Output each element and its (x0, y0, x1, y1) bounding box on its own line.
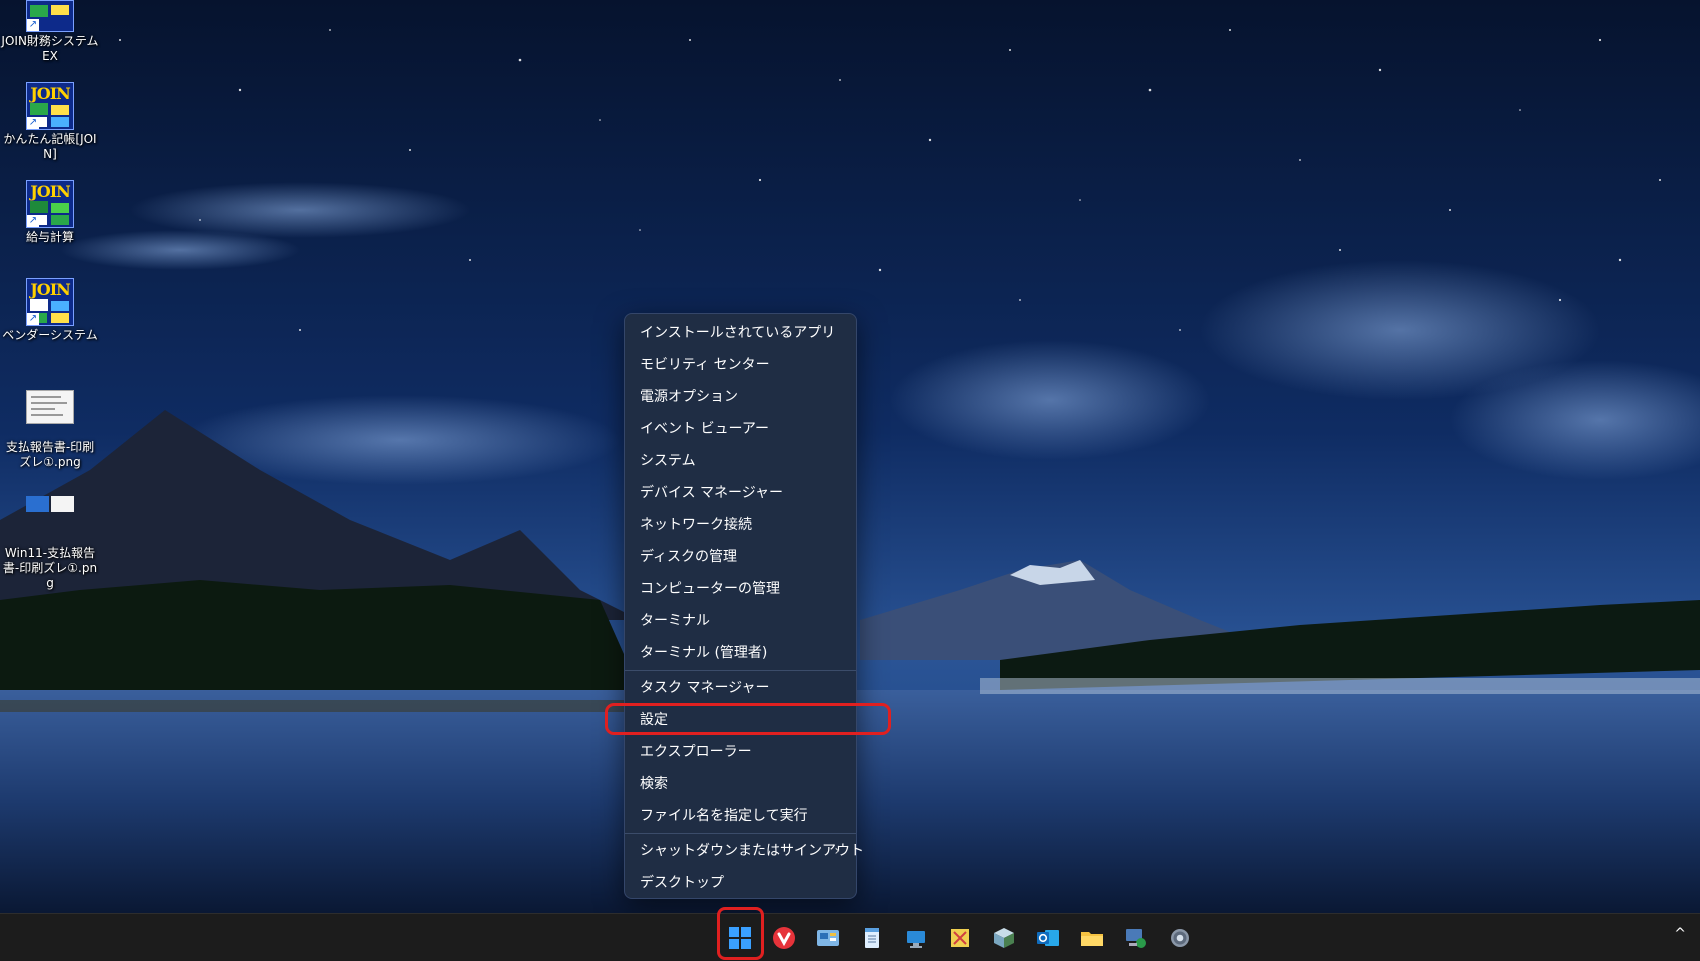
snipping-tool-icon (951, 929, 969, 947)
menu-item-network-connections[interactable]: ネットワーク接続 (625, 509, 856, 541)
remote-desktop-icon (907, 931, 925, 948)
menu-item-terminal[interactable]: ターミナル (625, 605, 856, 637)
menu-item-disk-management[interactable]: ディスクの管理 (625, 541, 856, 573)
outlook-icon (1037, 930, 1059, 946)
desktop-icon-png-2[interactable]: Win11-支払報告書-印刷ズレ①.png (0, 480, 100, 591)
menu-separator (625, 833, 856, 834)
taskbar: ^ (0, 913, 1700, 961)
taskbar-control-panel[interactable] (810, 921, 846, 955)
menu-item-shutdown-signout[interactable]: シャットダウンまたはサインアウト › (625, 835, 864, 867)
folder-icon (1081, 932, 1103, 946)
taskbar-file-explorer[interactable] (1074, 921, 1110, 955)
desktop-icon-png-1[interactable]: 支払報告書-印刷ズレ①.png (0, 382, 100, 470)
menu-item-desktop[interactable]: デスクトップ (625, 867, 856, 899)
menu-item-device-manager[interactable]: デバイス マネージャー (625, 477, 856, 509)
menu-item-event-viewer[interactable]: イベント ビューアー (625, 413, 856, 445)
image-file-icon (26, 390, 74, 424)
desktop-icon-label: かんたん記帳[JOIN] (3, 132, 97, 161)
menu-item-system[interactable]: システム (625, 445, 856, 477)
desktop-icon-kyuyo[interactable]: JOIN ↗ 給与計算 (0, 180, 100, 245)
menu-item-terminal-admin[interactable]: ターミナル (管理者) (625, 637, 856, 669)
join-app-icon: JOIN ↗ (26, 278, 74, 326)
desktop-icon-kantan-kicho[interactable]: JOIN ↗ かんたん記帳[JOIN] (0, 82, 100, 162)
taskbar-vivaldi[interactable] (766, 921, 802, 955)
taskbar-snipping-tool[interactable] (942, 921, 978, 955)
join-app-icon: JOIN ↗ (26, 180, 74, 228)
vivaldi-icon (773, 927, 795, 949)
menu-item-search[interactable]: 検索 (625, 768, 856, 800)
taskbar-notepad[interactable] (854, 921, 890, 955)
image-file-icon (26, 496, 74, 512)
tray-overflow-chevron-icon[interactable]: ^ (1674, 926, 1686, 942)
gear-icon (1171, 929, 1189, 947)
taskbar-network-monitor[interactable] (1118, 921, 1154, 955)
desktop-icon-vendor-system[interactable]: JOIN ↗ ベンダーシステム (0, 278, 100, 343)
highlight-start-annotation (717, 907, 764, 960)
control-panel-icon (817, 930, 839, 946)
menu-item-installed-apps[interactable]: インストールされているアプリ (625, 317, 856, 349)
desktop-icon-label: Win11-支払報告書-印刷ズレ①.png (2, 546, 98, 590)
highlight-settings-annotation (605, 703, 891, 735)
menu-item-label: シャットダウンまたはサインアウト (640, 843, 864, 859)
menu-item-mobility-center[interactable]: モビリティ センター (625, 349, 856, 381)
taskbar-package[interactable] (986, 921, 1022, 955)
desktop-icon-join-zaimu[interactable]: ↗ JOIN財務システムEX (0, 0, 100, 64)
menu-item-run[interactable]: ファイル名を指定して実行 (625, 800, 856, 832)
menu-item-power-options[interactable]: 電源オプション (625, 381, 856, 413)
desktop-icon-label: 支払報告書-印刷ズレ①.png (5, 440, 95, 469)
network-monitor-icon (1126, 929, 1146, 948)
desktop-icon-label: ベンダーシステム (2, 328, 98, 342)
desktop-icon-label: 給与計算 (25, 230, 74, 244)
menu-item-task-manager[interactable]: タスク マネージャー (625, 672, 856, 704)
forest-left (0, 580, 640, 700)
package-icon (994, 928, 1014, 948)
join-app-icon: ↗ (26, 0, 74, 32)
menu-item-explorer[interactable]: エクスプローラー (625, 736, 856, 768)
taskbar-outlook[interactable] (1030, 921, 1066, 955)
taskbar-remote-desktop[interactable] (898, 921, 934, 955)
chevron-right-icon: › (834, 843, 840, 859)
desktop-icon-label: JOIN財務システムEX (1, 34, 99, 63)
taskbar-settings[interactable] (1162, 921, 1198, 955)
winx-context-menu: インストールされているアプリ モビリティ センター 電源オプション イベント ビ… (624, 313, 864, 899)
notepad-icon (865, 928, 879, 948)
join-app-icon: JOIN ↗ (26, 82, 74, 130)
menu-item-computer-management[interactable]: コンピューターの管理 (625, 573, 856, 605)
menu-separator (625, 670, 856, 671)
